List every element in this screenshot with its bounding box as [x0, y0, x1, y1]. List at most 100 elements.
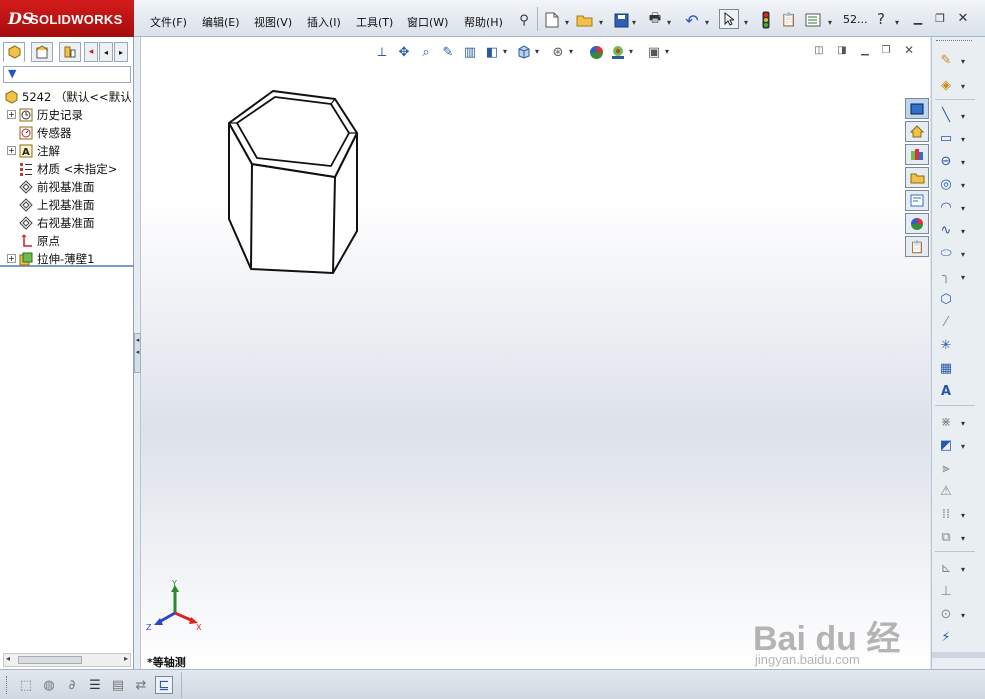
- viewport-close-icon[interactable]: ✕: [902, 43, 916, 57]
- options-icon[interactable]: [803, 10, 823, 30]
- viewport-tile-right-icon[interactable]: ◨: [835, 44, 849, 56]
- linear-pattern-icon[interactable]: ⁞⁞: [935, 504, 957, 524]
- scroll-thumb[interactable]: [18, 656, 82, 664]
- expand-icon[interactable]: +: [7, 110, 16, 119]
- centerline-icon[interactable]: ⁄: [935, 312, 957, 332]
- tab-feature-manager[interactable]: [3, 42, 25, 62]
- circle-dropdown-arrow[interactable]: ▾: [961, 181, 965, 190]
- collapse-panel-handle[interactable]: ◂ ◂: [134, 333, 141, 373]
- restore-icon[interactable]: ❐: [932, 11, 948, 25]
- tree-filter-field[interactable]: ▼: [3, 66, 131, 83]
- design-library-icon[interactable]: [905, 144, 929, 165]
- tree-item-right-plane[interactable]: 右视基准面: [7, 214, 95, 231]
- convert-entities-icon[interactable]: ◩: [935, 435, 957, 455]
- close-icon[interactable]: ✕: [955, 11, 971, 26]
- select-icon[interactable]: [719, 9, 739, 29]
- new-dropdown-arrow[interactable]: ▾: [565, 18, 569, 27]
- circle-icon[interactable]: ◎: [935, 174, 957, 194]
- zoom-to-fit-icon[interactable]: ⌕: [417, 43, 435, 61]
- move-dropdown-arrow[interactable]: ▾: [961, 534, 965, 543]
- viewport-minimize-icon[interactable]: ▁: [858, 44, 872, 56]
- tree-root-part[interactable]: 5242 （默认<<默认: [3, 88, 132, 105]
- convert-dropdown-arrow[interactable]: ▾: [961, 442, 965, 451]
- scroll-left-arrow[interactable]: ◂: [6, 654, 10, 663]
- tab-dimxpert[interactable]: ◂: [84, 42, 98, 62]
- slot-dropdown-arrow[interactable]: ▾: [961, 158, 965, 167]
- tree-item-sensors[interactable]: 传感器: [7, 124, 72, 141]
- scroll-right-arrow[interactable]: ▸: [124, 654, 128, 663]
- custom-properties-icon[interactable]: 📋: [905, 236, 929, 257]
- zoom-area-icon[interactable]: ✎: [439, 43, 457, 61]
- file-explorer-icon[interactable]: [905, 167, 929, 188]
- section-dropdown-arrow[interactable]: ▾: [503, 47, 507, 56]
- line-icon[interactable]: ╲: [935, 105, 957, 125]
- undo-icon[interactable]: ↶: [682, 10, 702, 30]
- menu-window[interactable]: 窗口(W): [407, 14, 448, 30]
- graphics-area[interactable]: ⟂ ✥ ⌕ ✎ ▥ ◧ ▾ ▾ ⊛ ▾ ▾ ▣ ▾ ◫ ◨ ▁ ❐ ✕ Y X …: [141, 37, 930, 669]
- split-icon[interactable]: ⇄: [132, 676, 150, 694]
- sweep-feature-icon[interactable]: ∂: [63, 676, 81, 694]
- toolbar-grip[interactable]: [936, 40, 972, 43]
- ellipse-icon[interactable]: ⬭: [935, 243, 957, 263]
- rebuild-icon[interactable]: [756, 10, 776, 30]
- pin-icon[interactable]: ⚲: [514, 10, 534, 30]
- rectangle-icon[interactable]: ▭: [935, 128, 957, 148]
- print-dropdown-arrow[interactable]: ▾: [667, 18, 671, 27]
- help-icon[interactable]: ?: [871, 9, 891, 29]
- tree-item-top-plane[interactable]: 上视基准面: [7, 196, 95, 213]
- panel-horizontal-scrollbar[interactable]: ◂ ▸: [3, 653, 131, 667]
- print-icon[interactable]: 🖶: [645, 10, 665, 30]
- appearances-icon[interactable]: [905, 213, 929, 234]
- rapid-sketch-icon[interactable]: ⚡: [935, 627, 957, 647]
- help-dropdown-arrow[interactable]: ▾: [895, 18, 899, 27]
- view-palette-icon[interactable]: [905, 190, 929, 211]
- options-dropdown-arrow[interactable]: ▾: [828, 18, 832, 27]
- view-settings-dropdown-arrow[interactable]: ▾: [665, 47, 669, 56]
- relations-dropdown-arrow[interactable]: ▾: [961, 565, 965, 574]
- new-icon[interactable]: [542, 10, 562, 30]
- menu-edit[interactable]: 编辑(E): [202, 14, 240, 30]
- menu-view[interactable]: 视图(V): [254, 14, 292, 30]
- solidworks-logo[interactable]: DS SOLIDWORKS: [0, 0, 134, 37]
- menu-tools[interactable]: 工具(T): [356, 14, 393, 30]
- fillet-icon[interactable]: ╮: [935, 266, 957, 286]
- offset-icon[interactable]: ⫸: [935, 458, 957, 478]
- ellipse-dropdown-arrow[interactable]: ▾: [961, 250, 965, 259]
- open-icon[interactable]: [575, 10, 595, 30]
- view-orientation-icon[interactable]: [515, 43, 533, 61]
- panel-splitter[interactable]: ◂ ◂: [134, 37, 141, 669]
- display-dropdown-arrow[interactable]: ▾: [569, 47, 573, 56]
- tab-property-manager[interactable]: [31, 42, 53, 62]
- spline-icon[interactable]: ∿: [935, 220, 957, 240]
- save-dropdown-arrow[interactable]: ▾: [632, 18, 636, 27]
- fillet-dropdown-arrow[interactable]: ▾: [961, 273, 965, 282]
- display-style-icon[interactable]: ⊛: [549, 43, 567, 61]
- open-dropdown-arrow[interactable]: ▾: [599, 18, 603, 27]
- snaps-dropdown-arrow[interactable]: ▾: [961, 611, 965, 620]
- section-view-icon[interactable]: ◧: [483, 43, 501, 61]
- hexagonal-thin-wall-model[interactable]: [225, 87, 361, 279]
- line-dropdown-arrow[interactable]: ▾: [961, 112, 965, 121]
- home-icon[interactable]: [905, 121, 929, 142]
- previous-view-icon[interactable]: ▥: [461, 43, 479, 61]
- orientation-dropdown-arrow[interactable]: ▾: [535, 47, 539, 56]
- point-icon[interactable]: ✳: [935, 335, 957, 355]
- view-orientation-triad-icon[interactable]: ⟂: [373, 43, 391, 61]
- menu-help[interactable]: 帮助(H): [464, 14, 503, 30]
- tab-configuration-manager[interactable]: [59, 42, 81, 62]
- slot-icon[interactable]: ⊖: [935, 151, 957, 171]
- quick-snaps-icon[interactable]: ⊙: [935, 604, 957, 624]
- tree-item-history[interactable]: + 历史记录: [7, 106, 83, 123]
- repair-sketch-icon[interactable]: ⊥: [935, 581, 957, 601]
- tree-item-front-plane[interactable]: 前视基准面: [7, 178, 95, 195]
- move-entities-icon[interactable]: ⧉: [935, 527, 957, 547]
- extrude-feature-icon[interactable]: ⬚: [17, 676, 35, 694]
- sketch-icon[interactable]: ✎: [935, 50, 957, 70]
- spline-dropdown-arrow[interactable]: ▾: [961, 227, 965, 236]
- solidworks-resources-icon[interactable]: [905, 98, 929, 119]
- text-icon[interactable]: A: [935, 381, 957, 401]
- polygon-icon[interactable]: ⬡: [935, 289, 957, 309]
- file-properties-icon[interactable]: 📋: [779, 10, 799, 30]
- tree-item-material[interactable]: 材质 <未指定>: [7, 160, 117, 177]
- trim-dropdown-arrow[interactable]: ▾: [961, 419, 965, 428]
